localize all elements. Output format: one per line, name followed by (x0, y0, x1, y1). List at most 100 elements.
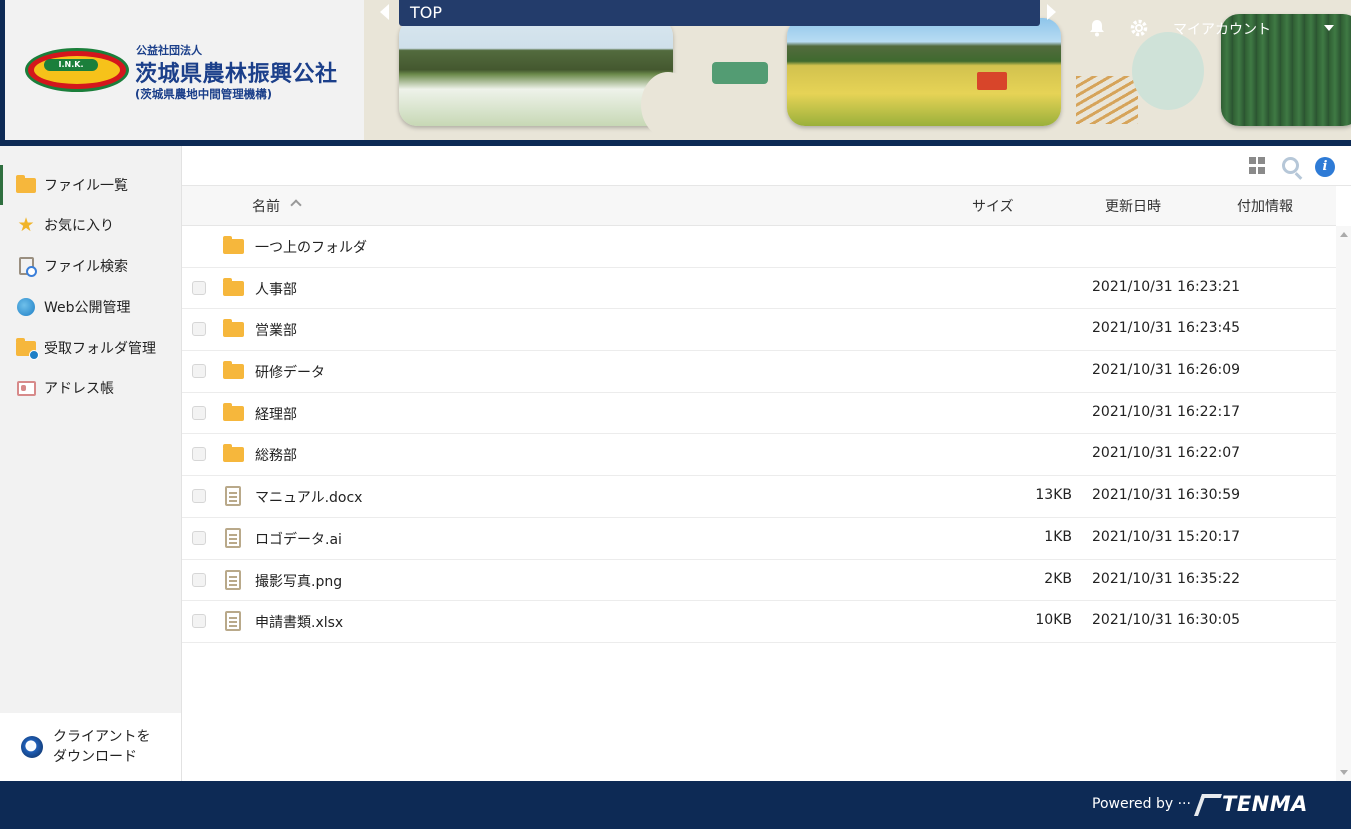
file-updated: 2021/10/31 15:20:17 (1092, 528, 1241, 545)
farmer-harvest-illustration (1132, 32, 1204, 110)
table-row[interactable]: マニュアル.docx 13KB 2021/10/31 16:30:59 (182, 476, 1336, 518)
info-icon[interactable]: i (1315, 157, 1335, 177)
table-row[interactable]: 申請書類.xlsx 10KB 2021/10/31 16:30:05 (182, 601, 1336, 643)
client-globe-icon (21, 736, 43, 758)
powered-by-label: Powered by ··· (1092, 796, 1191, 812)
download-client-button[interactable]: クライアントを ダウンロード (0, 713, 181, 781)
document-icon (223, 611, 241, 632)
row-checkbox[interactable] (192, 489, 206, 504)
breadcrumb[interactable]: TOP (399, 0, 1040, 26)
address-book-icon (16, 379, 36, 397)
file-updated: 2021/10/31 16:22:07 (1092, 445, 1241, 462)
file-table-header: 名前 サイズ 更新日時 付加情報 (182, 186, 1336, 226)
file-name[interactable]: 人事部 (255, 279, 297, 299)
file-name[interactable]: 研修データ (255, 362, 325, 382)
table-row[interactable]: 営業部 2021/10/31 16:23:45 (182, 309, 1336, 352)
globe-icon (16, 298, 36, 316)
org-logo-icon: I.N.K. (25, 48, 129, 92)
bell-icon[interactable] (1087, 18, 1107, 38)
column-header-updated[interactable]: 更新日時 (1105, 196, 1161, 216)
org-name: 茨城県農林振興公社 (135, 62, 338, 87)
farmer-illustration (641, 72, 695, 138)
sidebar-item-address-book[interactable]: アドレス帳 (0, 368, 181, 408)
tenma-logo-icon (1193, 794, 1223, 816)
file-updated: 2021/10/31 16:23:21 (1092, 278, 1241, 295)
table-row[interactable]: 経理部 2021/10/31 16:22:17 (182, 393, 1336, 435)
file-toolbar: i (182, 146, 1351, 186)
harvester-illustration (977, 72, 1007, 90)
document-icon (223, 569, 241, 591)
table-row[interactable]: 総務部 2021/10/31 16:22:07 (182, 434, 1336, 477)
file-updated: 2021/10/31 16:26:09 (1092, 362, 1241, 379)
banner-prev-icon[interactable] (380, 4, 389, 20)
file-updated: 2021/10/31 16:22:17 (1092, 403, 1241, 420)
row-checkbox[interactable] (192, 447, 206, 462)
gear-icon[interactable] (1129, 18, 1149, 38)
download-client-line2: ダウンロード (53, 749, 137, 765)
row-checkbox[interactable] (192, 280, 206, 295)
search-icon[interactable] (1282, 157, 1299, 174)
row-checkbox[interactable] (192, 572, 206, 587)
sidebar-item-label: ファイル一覧 (44, 178, 128, 194)
row-checkbox[interactable] (192, 322, 206, 337)
scroll-down-icon[interactable] (1340, 770, 1348, 775)
app-header: I.N.K. 公益社団法人 茨城県農林振興公社 (茨城県農地中間管理機構) TO… (0, 0, 1351, 140)
folder-icon (223, 402, 244, 421)
file-updated: 2021/10/31 16:30:59 (1092, 487, 1241, 504)
file-name[interactable]: 営業部 (255, 320, 297, 340)
file-name[interactable]: マニュアル.docx (255, 487, 362, 507)
sidebar-item-label: お気に入り (44, 218, 114, 234)
org-logo-mark: I.N.K. (44, 59, 98, 71)
parent-folder-row[interactable]: 一つ上のフォルダ (182, 226, 1336, 268)
tenma-logo: TENMA (1222, 792, 1308, 816)
file-name[interactable]: ロゴデータ.ai (255, 529, 342, 549)
document-icon (223, 527, 241, 549)
table-row[interactable]: 人事部 2021/10/31 16:23:21 (182, 268, 1336, 310)
row-checkbox[interactable] (192, 405, 206, 420)
file-updated: 2021/10/31 16:35:22 (1092, 570, 1241, 587)
file-size: 10KB (1035, 612, 1072, 629)
file-size: 1KB (1044, 528, 1072, 545)
table-row[interactable]: 研修データ 2021/10/31 16:26:09 (182, 351, 1336, 393)
column-header-extra[interactable]: 付加情報 (1237, 196, 1293, 216)
app-footer: Powered by ··· TENMA (0, 781, 1351, 829)
file-name[interactable]: 総務部 (255, 445, 297, 465)
table-row[interactable]: ロゴデータ.ai 1KB 2021/10/31 15:20:17 (182, 518, 1336, 560)
column-header-name[interactable]: 名前 (252, 196, 280, 216)
file-size: 2KB (1044, 570, 1072, 587)
sidebar-item-label: アドレス帳 (44, 381, 114, 397)
banner-photo-rice-field (787, 18, 1061, 126)
folder-globe-icon (16, 337, 39, 360)
row-checkbox[interactable] (192, 530, 206, 545)
file-size: 13KB (1035, 487, 1072, 504)
chevron-down-icon[interactable] (1324, 25, 1334, 31)
column-header-size[interactable]: サイズ (972, 196, 1014, 216)
sidebar-item-file-search[interactable]: ファイル検索 (0, 246, 181, 286)
row-checkbox[interactable] (192, 614, 206, 629)
sidebar-item-favorites[interactable]: ★ お気に入り (0, 205, 181, 245)
sidebar: ファイル一覧 ★ お気に入り ファイル検索 Web公開管理 受取フォルダ管理 ア… (0, 146, 182, 781)
download-client-label: クライアントを ダウンロード (53, 727, 150, 767)
row-checkbox[interactable] (192, 364, 206, 379)
banner-next-icon[interactable] (1047, 4, 1056, 20)
sort-ascending-icon[interactable] (290, 199, 302, 211)
org-logo-panel[interactable]: I.N.K. 公益社団法人 茨城県農林振興公社 (茨城県農地中間管理機構) (0, 0, 364, 140)
sidebar-item-file-list[interactable]: ファイル一覧 (0, 165, 181, 205)
scroll-up-icon[interactable] (1340, 232, 1348, 237)
file-name[interactable]: 申請書類.xlsx (255, 612, 343, 632)
download-client-line1: クライアントを (53, 729, 151, 745)
file-name[interactable]: 経理部 (255, 404, 297, 424)
my-account-menu[interactable]: マイアカウント (1173, 19, 1271, 39)
folder-icon (223, 319, 244, 338)
file-name[interactable]: 撮影写真.png (255, 571, 342, 591)
grid-view-icon[interactable] (1249, 157, 1267, 175)
vertical-scrollbar[interactable] (1336, 226, 1351, 781)
sidebar-item-web-publish[interactable]: Web公開管理 (0, 287, 181, 327)
file-updated: 2021/10/31 16:23:45 (1092, 320, 1241, 337)
file-search-icon (16, 257, 37, 277)
file-name[interactable]: 一つ上のフォルダ (255, 237, 367, 257)
sidebar-item-label: ファイル検索 (44, 259, 128, 275)
sidebar-item-receive-folder[interactable]: 受取フォルダ管理 (0, 328, 181, 368)
table-row[interactable]: 撮影写真.png 2KB 2021/10/31 16:35:22 (182, 560, 1336, 602)
folder-icon (223, 444, 244, 463)
